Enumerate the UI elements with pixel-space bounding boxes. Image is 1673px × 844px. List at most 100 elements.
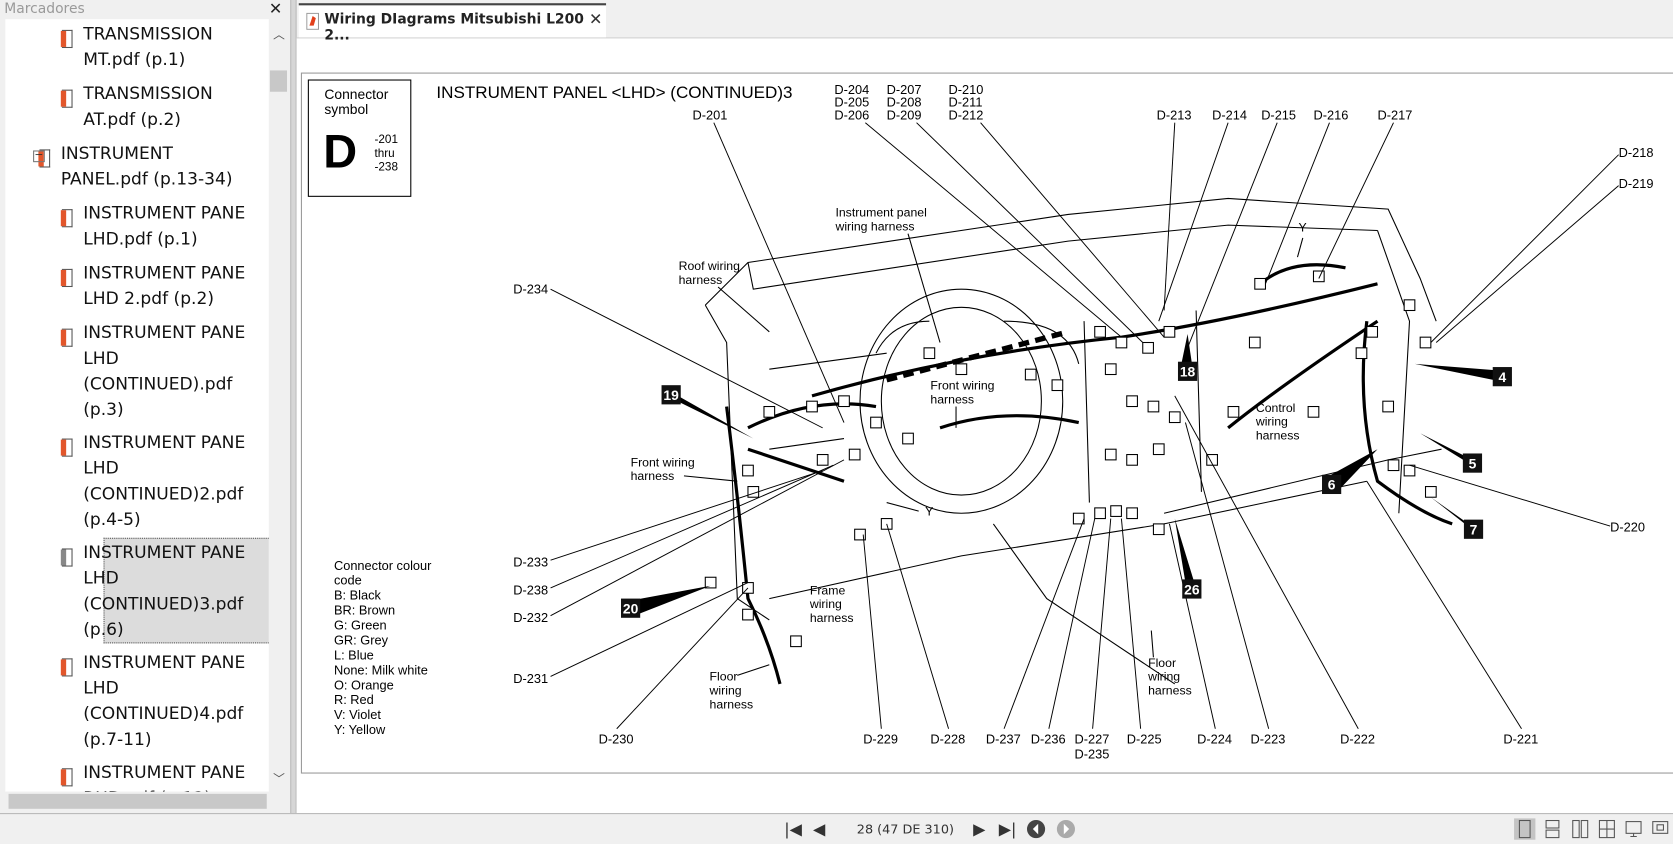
harness-arrow xyxy=(886,502,919,512)
harness-arrow xyxy=(1150,630,1154,658)
harness-label: harness xyxy=(710,697,754,711)
bookmark-item[interactable]: (p.4-5) xyxy=(83,509,140,530)
forward-view-icon[interactable] xyxy=(1056,819,1076,839)
collapse-icon[interactable]: − xyxy=(33,150,45,163)
harness-label: harness xyxy=(679,273,723,287)
bookmark-tree: TRANSMISSION MT.pdf (p.1) TRANSMISSION AT.p… xyxy=(5,19,269,792)
bookmark-item[interactable]: INSTRUMENT PANE xyxy=(83,322,245,343)
continuous-facing-view-icon[interactable] xyxy=(1596,818,1617,839)
callout-number: 19 xyxy=(663,387,679,403)
bookmark-item[interactable]: (p.3) xyxy=(83,399,123,420)
connector-shape xyxy=(1403,299,1416,312)
colour-code-line: G: Green xyxy=(334,618,387,633)
bookmark-icon xyxy=(60,768,73,787)
scroll-up-icon[interactable]: ︿ xyxy=(273,26,285,43)
leader-line xyxy=(550,288,823,429)
bookmark-item[interactable]: PANEL.pdf (p.13-34) xyxy=(61,169,233,190)
bookmark-item[interactable]: (p.6) xyxy=(83,619,123,640)
horizontal-scrollbar[interactable] xyxy=(5,791,289,811)
leader-line xyxy=(862,534,882,729)
connector-shape xyxy=(870,416,882,429)
bookmark-item[interactable]: TRANSMISSION xyxy=(83,23,213,44)
fullscreen-view-icon[interactable] xyxy=(1623,818,1644,839)
connector-label: D-222 xyxy=(1340,732,1375,747)
next-page-icon[interactable]: ▶ xyxy=(973,819,985,838)
leader-line xyxy=(1366,480,1522,730)
bookmark-item[interactable]: (p.7-11) xyxy=(83,729,151,750)
bookmark-item[interactable]: (CONTINUED).pdf xyxy=(83,373,232,394)
bookmark-item[interactable]: INSTRUMENT PANE xyxy=(83,652,245,673)
single-page-view-icon[interactable] xyxy=(1514,818,1536,840)
connector-shape xyxy=(1387,459,1400,472)
colour-code-line: Y: Yellow xyxy=(334,722,386,737)
bookmark-item[interactable]: INSTRUMENT PANE xyxy=(83,762,245,783)
connector-shape xyxy=(1424,486,1437,498)
harness-label: Y xyxy=(1299,221,1307,235)
bookmark-item[interactable]: LHD xyxy=(83,458,118,479)
connector-shape xyxy=(1355,347,1368,360)
connector-shape xyxy=(790,635,802,648)
close-bookmarks-icon[interactable]: ✕ xyxy=(269,0,282,18)
bookmark-item[interactable]: INSTRUMENT PANE xyxy=(83,542,245,563)
vertical-scrollbar[interactable]: ︿ ﹀ xyxy=(268,19,289,792)
bookmark-item[interactable]: INSTRUMENT PANE xyxy=(83,262,245,283)
connector-shape xyxy=(1051,379,1064,392)
previous-page-icon[interactable]: ◀ xyxy=(813,819,825,838)
bookmark-item[interactable]: TRANSMISSION xyxy=(83,83,213,104)
bookmark-item[interactable]: (CONTINUED)2.pdf xyxy=(83,483,243,504)
harness-label: Front wiring xyxy=(930,378,994,392)
leader-line xyxy=(886,523,950,729)
colour-code-line: B: Black xyxy=(334,588,382,603)
last-page-icon[interactable]: ▶| xyxy=(999,819,1017,838)
bookmark-item[interactable]: LHD 2.pdf (p.2) xyxy=(83,288,214,309)
bookmark-item[interactable]: INSTRUMENT PANE xyxy=(83,432,245,453)
bookmark-item[interactable]: LHD xyxy=(83,348,118,369)
connector-shape xyxy=(1147,400,1160,413)
colour-code-line: V: Violet xyxy=(334,707,381,722)
hscroll-thumb[interactable] xyxy=(8,793,267,809)
close-tab-icon[interactable]: ✕ xyxy=(589,10,602,29)
callout-number: 18 xyxy=(1180,364,1196,380)
bookmark-item[interactable]: LHD xyxy=(83,568,118,589)
colour-code-line: R: Red xyxy=(334,692,374,707)
connector-label: D-234 xyxy=(513,281,548,296)
bookmark-item[interactable]: LHD xyxy=(83,678,118,699)
bookmarks-panel: Marcadores ✕ TRANSMISSION MT.pdf (p.1) TRA… xyxy=(0,0,291,814)
first-page-icon[interactable]: |◀ xyxy=(784,819,802,838)
leader-line xyxy=(1092,518,1112,729)
pdf-page: Connector symbol D -201 thru -238 INSTRU… xyxy=(300,72,1673,774)
scroll-down-icon[interactable]: ﹀ xyxy=(273,770,285,787)
presentation-view-icon[interactable] xyxy=(1650,818,1671,839)
bookmark-item[interactable]: INSTRUMENT xyxy=(61,143,173,164)
harness-label: harness xyxy=(930,392,974,406)
bookmark-item[interactable]: LHD.pdf (p.1) xyxy=(83,228,197,249)
connector-label: D-206 xyxy=(834,108,869,123)
leader-line xyxy=(1174,395,1359,729)
connector-shape xyxy=(763,405,776,418)
connector-label: D-220 xyxy=(1610,519,1645,534)
connector-range-2: thru xyxy=(375,147,395,160)
colour-code-line: GR: Grey xyxy=(334,632,389,647)
bookmark-item[interactable]: AT.pdf (p.2) xyxy=(83,109,181,130)
connector-label: D-201 xyxy=(692,108,727,123)
connector-shape xyxy=(742,608,754,621)
bookmark-item[interactable]: MT.pdf (p.1) xyxy=(83,49,185,70)
scroll-thumb[interactable] xyxy=(269,70,288,92)
bookmark-item[interactable]: INSTRUMENT PANE xyxy=(83,203,245,224)
connector-shape xyxy=(1382,400,1395,413)
wiring-harness-line xyxy=(939,414,1080,430)
document-tab[interactable]: Wiring DIagrams Mitsubishi L200 2... ✕ xyxy=(298,3,607,44)
dashboard-outline xyxy=(704,304,770,621)
bottom-toolbar: |◀ ◀ 28 (47 DE 310) ▶ ▶| xyxy=(0,813,1673,844)
bookmark-item[interactable]: (CONTINUED)3.pdf xyxy=(83,593,243,614)
leader-line xyxy=(1163,122,1176,311)
facing-view-icon[interactable] xyxy=(1570,818,1591,839)
bookmark-item[interactable]: (CONTINUED)4.pdf xyxy=(83,703,243,724)
connector-shape xyxy=(1094,325,1106,338)
callout-number: 6 xyxy=(1328,477,1336,493)
page-number[interactable]: 28 (47 DE 310) xyxy=(857,822,954,837)
back-view-icon[interactable] xyxy=(1026,819,1046,839)
connector-shape xyxy=(742,464,754,477)
continuous-view-icon[interactable] xyxy=(1542,818,1563,839)
harness-label: Y xyxy=(925,504,933,518)
